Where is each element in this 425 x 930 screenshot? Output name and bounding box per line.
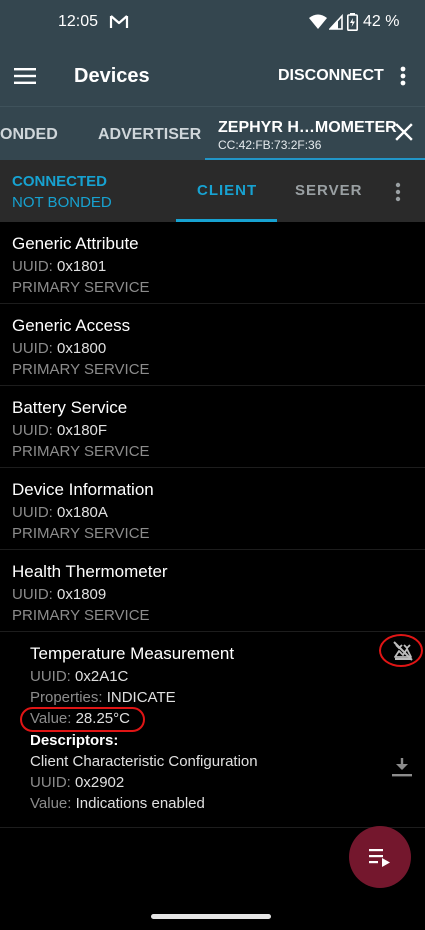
disconnect-button[interactable]: DISCONNECT [272,63,390,89]
characteristic-properties: Properties: INDICATE [30,689,176,706]
uuid-label: UUID: [12,258,53,275]
service-uuid: UUID: 0x1809 [12,586,106,603]
service-uuid: UUID: 0x180F [12,422,107,439]
uuid-value: 0x1800 [57,340,107,357]
characteristic-uuid: UUID: 0x2A1C [30,668,128,685]
uuid-label: UUID: [12,422,53,439]
gmail-icon [109,15,129,28]
properties-label: Properties: [30,689,103,706]
close-icon[interactable] [395,123,413,141]
descriptor-uuid: UUID: 0x2902 [30,774,124,791]
connection-bar: CONNECTED NOT BONDED CLIENT SERVER [0,160,425,222]
service-type: PRIMARY SERVICE [12,443,150,460]
bond-state: NOT BONDED [12,194,112,211]
app-bar: Devices DISCONNECT [0,44,425,106]
service-type: PRIMARY SERVICE [12,361,150,378]
descriptor-name: Client Characteristic Configuration [30,753,258,770]
uuid-label: UUID: [30,774,71,791]
cell-signal-icon [329,14,343,30]
service-type: PRIMARY SERVICE [12,525,150,542]
status-bar: 12:05 42 % [0,0,425,44]
tab-bonded[interactable]: ONDED [0,126,58,144]
battery-icon [347,13,358,31]
service-item[interactable]: Device Information UUID: 0x180A PRIMARY … [0,468,425,550]
more-vert-icon[interactable] [395,182,401,202]
descriptor-value: Value: Indications enabled [30,795,205,812]
service-uuid: UUID: 0x1800 [12,340,106,357]
annotation-circle-value [20,707,145,732]
log-fab-button[interactable] [349,826,411,888]
service-item[interactable]: Generic Attribute UUID: 0x1801 PRIMARY S… [0,222,425,304]
service-uuid: UUID: 0x1801 [12,258,106,275]
service-uuid: UUID: 0x180A [12,504,108,521]
wifi-icon [309,14,327,29]
uuid-value: 0x1801 [57,258,107,275]
descriptors-heading: Descriptors: [30,732,119,749]
annotation-circle-indicate-icon [379,634,423,667]
service-name: Generic Access [12,316,131,335]
service-item[interactable]: Battery Service UUID: 0x180F PRIMARY SER… [0,386,425,468]
tab-server[interactable]: SERVER [295,182,362,199]
properties-value: INDICATE [106,689,176,706]
uuid-label: UUID: [12,340,53,357]
service-name: Device Information [12,480,154,499]
characteristic-name: Temperature Measurement [30,644,235,663]
value-text: Indications enabled [75,795,205,812]
page-title: Devices [74,65,150,87]
service-name: Battery Service [12,398,128,417]
service-item[interactable]: Generic Access UUID: 0x1800 PRIMARY SERV… [0,304,425,386]
uuid-value: 0x1809 [57,586,107,603]
connection-state: CONNECTED [12,173,108,190]
uuid-label: UUID: [30,668,71,685]
uuid-value: 0x180A [57,504,108,521]
more-vert-icon[interactable] [400,66,406,86]
tab-advertiser[interactable]: ADVERTISER [98,126,201,144]
service-type: PRIMARY SERVICE [12,279,150,296]
battery-percent: 42 % [363,13,400,30]
status-time: 12:05 [58,13,99,30]
uuid-label: UUID: [12,586,53,603]
hamburger-menu-icon[interactable] [14,68,36,84]
tab-connected-device[interactable]: ZEPHYR H…MOMETER CC:42:FB:73:2F:36 [205,107,425,161]
service-name: Generic Attribute [12,234,139,253]
service-name: Health Thermometer [12,562,168,581]
uuid-value: 0x2A1C [75,668,129,685]
device-name: ZEPHYR H…MOMETER [218,119,397,136]
service-item[interactable]: Health Thermometer UUID: 0x1809 PRIMARY … [0,550,425,632]
home-indicator[interactable] [151,914,271,919]
uuid-label: UUID: [12,504,53,521]
uuid-value: 0x2902 [75,774,125,791]
download-icon[interactable] [391,756,413,778]
uuid-value: 0x180F [57,422,108,439]
device-tabs: ONDED ADVERTISER ZEPHYR H…MOMETER CC:42:… [0,106,425,161]
tab-client[interactable]: CLIENT [197,182,257,199]
service-type: PRIMARY SERVICE [12,607,150,624]
device-address: CC:42:FB:73:2F:36 [218,138,322,152]
services-list: Generic Attribute UUID: 0x1801 PRIMARY S… [0,222,425,632]
value-label: Value: [30,795,72,812]
log-list-icon [369,849,390,867]
